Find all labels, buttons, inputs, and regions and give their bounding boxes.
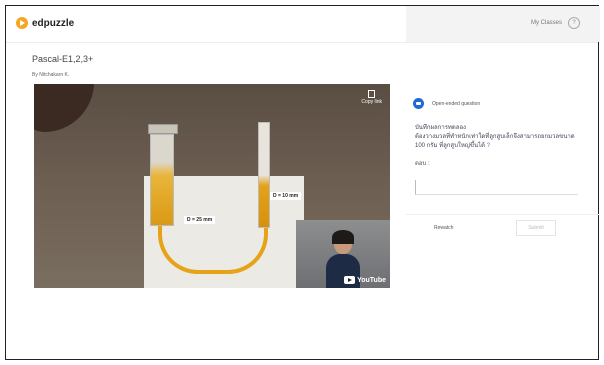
question-header: Open-ended question xyxy=(413,98,480,109)
rewatch-button[interactable]: Rewatch xyxy=(434,225,453,231)
question-type-label: Open-ended question xyxy=(432,100,481,107)
video-frame-syringe-cap xyxy=(148,124,178,134)
question-heading: บันทึกผลการทดลอง xyxy=(415,125,466,131)
youtube-play-icon xyxy=(344,276,356,284)
youtube-label: YouTube xyxy=(357,276,386,284)
panel-divider xyxy=(406,214,600,215)
answer-input[interactable] xyxy=(415,180,578,195)
video-frame-small-syringe xyxy=(258,122,270,228)
edpuzzle-logo-icon xyxy=(16,17,28,29)
copy-icon xyxy=(368,90,376,98)
help-icon[interactable]: ? xyxy=(568,17,580,29)
question-text: บันทึกผลการทดลอง ต้องวางมวลที่ทำหนักเท่า… xyxy=(415,124,585,151)
my-classes-link[interactable]: My Classes xyxy=(531,20,562,26)
submit-button[interactable]: Submit xyxy=(516,220,556,236)
small-diameter-label: D = 10 mm xyxy=(270,192,302,200)
video-player[interactable]: D = 10 mm D = 25 mm Copy link YouTube xyxy=(34,84,390,288)
video-title: Pascal-E1,2,3+ xyxy=(32,54,94,64)
copy-link-button[interactable]: Copy link xyxy=(361,90,382,105)
youtube-logo[interactable]: YouTube xyxy=(344,276,386,284)
edpuzzle-logo[interactable]: edpuzzle xyxy=(16,17,74,29)
app-frame: edpuzzle My Classes ? Pascal-E1,2,3+ By … xyxy=(5,5,600,360)
top-bar: edpuzzle My Classes ? xyxy=(6,6,600,43)
question-mark: ? xyxy=(486,143,491,149)
video-frame-large-syringe xyxy=(150,134,174,226)
question-prompt: ต้องวางมวลที่ทำหนักเท่าใดที่ลูกสูบเล็กจึ… xyxy=(415,134,575,149)
video-author: By Nitchakarn K. xyxy=(32,72,70,78)
teacher-video-inset: YouTube xyxy=(296,220,390,288)
logo-text: edpuzzle xyxy=(32,17,75,29)
question-type-icon xyxy=(413,98,424,109)
copy-link-label: Copy link xyxy=(361,99,382,105)
answer-label: ตอบ : xyxy=(415,161,430,167)
big-diameter-label: D = 25 mm xyxy=(184,216,216,224)
